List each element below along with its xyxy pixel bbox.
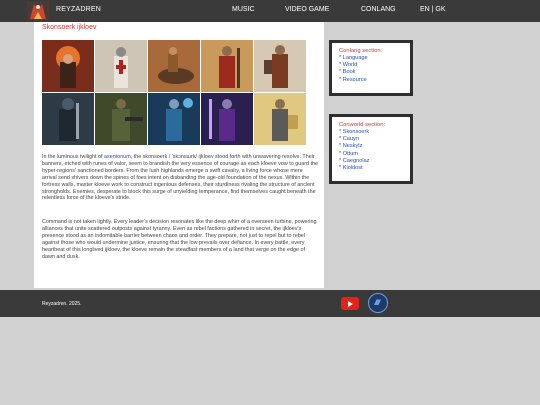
nav-conlang[interactable]: CONLANG (361, 6, 396, 13)
site-badge-icon[interactable] (368, 293, 388, 313)
gallery-image[interactable] (42, 40, 94, 92)
paragraph-text: In the luminous twilight of (42, 154, 105, 160)
top-nav-bar: REYZADREN MUSIC VIDEO GAME CONLANG EN | … (0, 0, 540, 22)
article-paragraph-2: Command is not taken lightly. Every lead… (42, 219, 317, 260)
gallery-image[interactable] (254, 40, 306, 92)
page-title: Skonsoerk ijkloev (42, 24, 97, 31)
article-paragraph-1: In the luminous twilight of asentonum, t… (42, 154, 318, 202)
asentonum-link[interactable]: asentonum (104, 154, 131, 160)
image-gallery (42, 40, 306, 146)
conlang-section-title: Conlang section: (339, 48, 383, 54)
footer-copyright: Reyzadren. 2025. (42, 301, 82, 307)
sidebar-link-language[interactable]: * Language (339, 55, 410, 62)
sidebar-link-kloldost[interactable]: * Kloldost (339, 165, 410, 172)
gallery-image[interactable] (254, 93, 306, 145)
conworld-section-title: Conworld section: (339, 122, 386, 128)
conlang-section-box: Conlang section: * Language * World * Bo… (329, 40, 413, 96)
conworld-section-box: Conworld section: * Skonsoerk * Cauyn * … (329, 114, 413, 184)
sidebar-link-ottum[interactable]: * Ottum (339, 151, 410, 158)
sidebar-link-caegnolaz[interactable]: * Caegnolaz (339, 158, 410, 165)
youtube-icon[interactable] (341, 297, 359, 310)
sidebar-link-cauyn[interactable]: * Cauyn (339, 136, 410, 143)
reyzadren-logo-icon[interactable] (27, 1, 49, 21)
gallery-image[interactable] (148, 93, 200, 145)
gallery-image[interactable] (201, 40, 253, 92)
sidebar-link-resource[interactable]: * Resource (339, 77, 410, 84)
nav-music[interactable]: MUSIC (232, 6, 255, 13)
sidebar-link-neskylz[interactable]: * Neskylz (339, 143, 410, 150)
gallery-image[interactable] (201, 93, 253, 145)
nav-video-game[interactable]: VIDEO GAME (285, 6, 329, 13)
main-content-panel: Skonsoerk ijkloev In the luminous twilig… (34, 22, 324, 288)
sidebar-link-skonsoerk[interactable]: * Skonsoerk (339, 129, 410, 136)
nav-language-switch[interactable]: EN | GK (420, 6, 446, 13)
sidebar-link-book[interactable]: * Book (339, 69, 410, 76)
gallery-image[interactable] (148, 40, 200, 92)
footer-bar: Reyzadren. 2025. (0, 290, 540, 317)
gallery-image[interactable] (42, 93, 94, 145)
sidebar-link-world[interactable]: * World (339, 62, 410, 69)
gallery-image[interactable] (95, 40, 147, 92)
site-brand[interactable]: REYZADREN (56, 6, 101, 13)
gallery-image[interactable] (95, 93, 147, 145)
paragraph-text: , the skonsoerk / 'skɔnsɯrk/ ijkloev sto… (42, 154, 318, 202)
